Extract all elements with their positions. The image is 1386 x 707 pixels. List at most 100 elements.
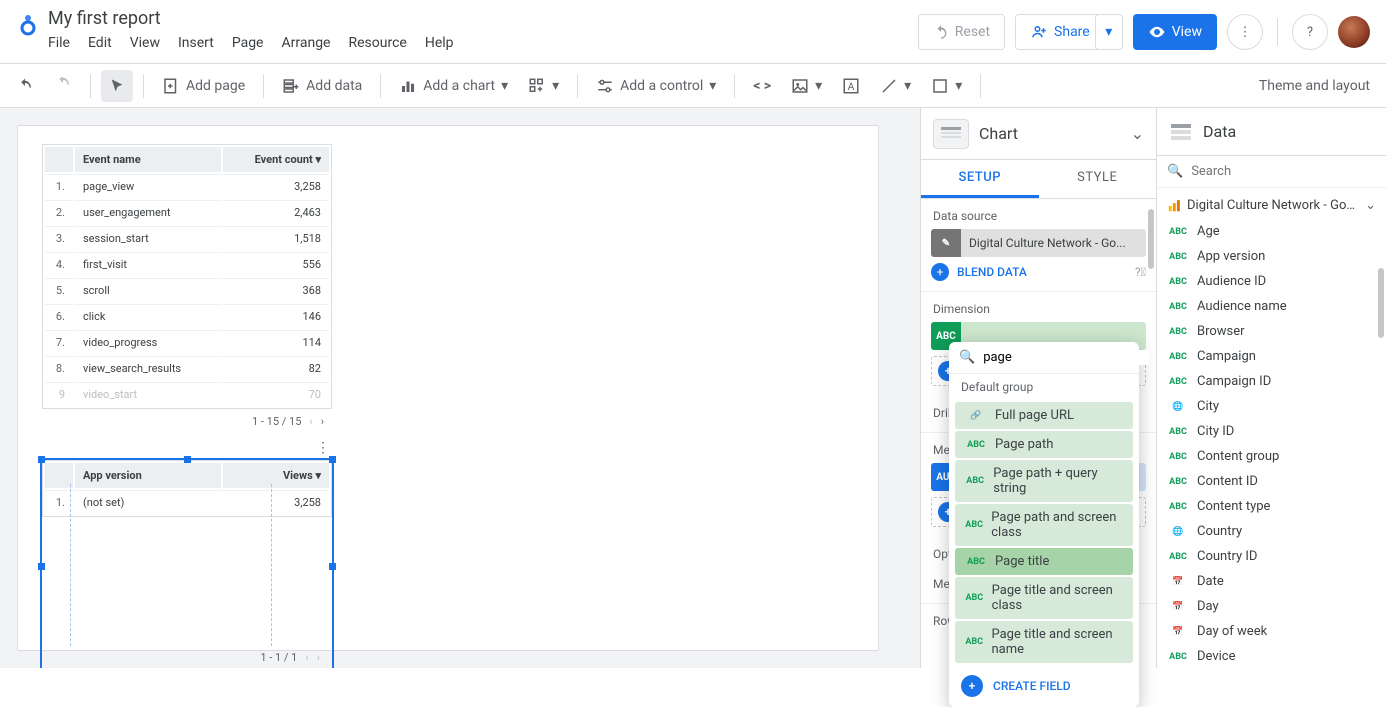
col-views: Views ▾ bbox=[223, 463, 329, 488]
field-option[interactable]: ABCPage title and screen class bbox=[955, 577, 1133, 619]
add-page-button[interactable]: Add page bbox=[154, 70, 253, 102]
table-row[interactable]: 2.user_engagement2,463 bbox=[45, 200, 329, 224]
pager-next-icon[interactable]: › bbox=[317, 651, 320, 664]
app-header: My first report File Edit View Insert Pa… bbox=[0, 0, 1386, 64]
text-button[interactable]: A bbox=[834, 70, 868, 102]
datasource-header[interactable]: Digital Culture Network - Google A... ⌄ bbox=[1157, 188, 1386, 219]
table-row[interactable]: 1.page_view3,258 bbox=[45, 174, 329, 198]
blend-data-button[interactable]: + BLEND DATA ?⃝ bbox=[931, 263, 1146, 281]
field-item[interactable]: 📅Day bbox=[1157, 594, 1386, 619]
menu-view[interactable]: View bbox=[130, 35, 160, 51]
line-button[interactable]: ▾ bbox=[872, 70, 919, 102]
field-option[interactable]: ABCPage path and screen class bbox=[955, 504, 1133, 546]
table-row[interactable]: 6.click146 bbox=[45, 304, 329, 328]
field-item[interactable]: ABCCity ID bbox=[1157, 419, 1386, 444]
add-chart-button[interactable]: Add a chart ▾ bbox=[391, 70, 516, 102]
field-item[interactable]: ABCCountry ID bbox=[1157, 544, 1386, 569]
field-item[interactable]: ABCContent ID bbox=[1157, 469, 1386, 494]
menu-edit[interactable]: Edit bbox=[88, 35, 112, 51]
panel-scrollbar[interactable] bbox=[1148, 209, 1154, 269]
field-item[interactable]: ABCCampaign bbox=[1157, 344, 1386, 369]
help-icon: ? bbox=[1307, 25, 1313, 40]
field-item[interactable]: ABCAudience ID bbox=[1157, 269, 1386, 294]
shape-button[interactable]: ▾ bbox=[923, 70, 970, 102]
menu-help[interactable]: Help bbox=[425, 35, 454, 51]
field-item[interactable]: 📅Day of week bbox=[1157, 619, 1386, 644]
field-item[interactable]: 🌐City bbox=[1157, 394, 1386, 419]
view-button[interactable]: View bbox=[1133, 14, 1217, 50]
add-data-button[interactable]: Add data bbox=[274, 70, 370, 102]
share-dropdown-button[interactable]: ▾ bbox=[1095, 14, 1123, 50]
field-item[interactable]: ABCAudience name bbox=[1157, 294, 1386, 319]
user-avatar[interactable] bbox=[1338, 16, 1370, 48]
select-tool-button[interactable] bbox=[101, 70, 133, 102]
table-row[interactable]: 5.scroll368 bbox=[45, 278, 329, 302]
chevron-down-icon[interactable]: ⌄ bbox=[1131, 124, 1144, 143]
field-item[interactable]: ABCDevice bbox=[1157, 644, 1386, 668]
menu-insert[interactable]: Insert bbox=[178, 35, 214, 51]
abc-badge-icon: ABC bbox=[1167, 452, 1189, 462]
collapse-icon[interactable]: ⌄ bbox=[1365, 198, 1376, 213]
data-source-chip[interactable]: ✎ Digital Culture Network - Go... bbox=[931, 229, 1146, 257]
pager-prev-icon[interactable]: ‹ bbox=[305, 651, 308, 664]
field-item[interactable]: ABCBrowser bbox=[1157, 319, 1386, 344]
field-option[interactable]: 🔗Full page URL bbox=[955, 402, 1133, 429]
field-item[interactable]: 🌐Country bbox=[1157, 519, 1386, 544]
search-icon: 🔍 bbox=[1167, 164, 1183, 179]
table-row[interactable]: 9video_start70 bbox=[45, 382, 329, 406]
pager-next-icon[interactable]: › bbox=[321, 415, 324, 428]
menu-arrange[interactable]: Arrange bbox=[282, 35, 331, 51]
info-icon[interactable]: ?⃝ bbox=[1135, 265, 1146, 279]
slider-icon bbox=[596, 77, 614, 95]
image-button[interactable]: ▾ bbox=[783, 70, 830, 102]
field-item[interactable]: ABCApp version bbox=[1157, 244, 1386, 269]
menu-resource[interactable]: Resource bbox=[348, 35, 406, 51]
more-options-button[interactable]: ⋮ bbox=[1227, 14, 1263, 50]
tab-setup[interactable]: SETUP bbox=[921, 160, 1039, 198]
toolbar: Add page Add data Add a chart ▾ ▾ Add a … bbox=[0, 64, 1386, 108]
table-chart-type-icon[interactable] bbox=[933, 119, 969, 149]
pager-prev-icon[interactable]: ‹ bbox=[309, 415, 312, 428]
eye-icon bbox=[1148, 23, 1166, 41]
chart-more-icon[interactable]: ⋮ bbox=[316, 440, 330, 456]
tab-style[interactable]: STYLE bbox=[1039, 160, 1157, 198]
add-control-button[interactable]: Add a control ▾ bbox=[588, 70, 724, 102]
redo-button[interactable] bbox=[46, 70, 80, 102]
help-button[interactable]: ? bbox=[1292, 14, 1328, 50]
data-panel-title: Data bbox=[1203, 122, 1236, 141]
url-embed-button[interactable]: < > bbox=[745, 70, 779, 102]
field-item[interactable]: ABCCampaign ID bbox=[1157, 369, 1386, 394]
app-version-table-chart[interactable]: App version Views ▾ 1.(not set)3,258 1 -… bbox=[42, 460, 332, 668]
document-title[interactable]: My first report bbox=[48, 8, 454, 29]
undo-button[interactable] bbox=[8, 70, 42, 102]
field-search-input[interactable] bbox=[983, 350, 1149, 365]
data-scrollbar[interactable] bbox=[1378, 268, 1384, 338]
menu-file[interactable]: File bbox=[48, 35, 70, 51]
share-button[interactable]: Share bbox=[1015, 14, 1105, 50]
field-item[interactable]: ABCContent group bbox=[1157, 444, 1386, 469]
table2-pager: 1 - 1 / 1 ‹ › bbox=[252, 645, 328, 668]
table-row[interactable]: 4.first_visit556 bbox=[45, 252, 329, 276]
abc-badge-icon: ABC bbox=[965, 476, 985, 486]
data-search-input[interactable] bbox=[1191, 164, 1376, 179]
menu-page[interactable]: Page bbox=[232, 35, 264, 51]
create-field-button[interactable]: + CREATE FIELD bbox=[949, 665, 1139, 707]
table-row[interactable]: 3.session_start1,518 bbox=[45, 226, 329, 250]
table-row[interactable]: 1.(not set)3,258 bbox=[45, 490, 329, 514]
field-option[interactable]: ABCPage title and screen name bbox=[955, 621, 1133, 663]
theme-layout-button[interactable]: Theme and layout bbox=[1251, 70, 1378, 102]
reset-button[interactable]: Reset bbox=[918, 14, 1005, 50]
field-option[interactable]: ABCPage title bbox=[955, 548, 1133, 575]
field-option[interactable]: ABCPage path bbox=[955, 431, 1133, 458]
field-item[interactable]: ABCContent type bbox=[1157, 494, 1386, 519]
table-row[interactable]: 7.video_progress114 bbox=[45, 330, 329, 354]
field-item[interactable]: ABCAge bbox=[1157, 219, 1386, 244]
community-viz-button[interactable]: ▾ bbox=[520, 70, 567, 102]
event-table-chart[interactable]: Event name Event count ▾ 1.page_view3,25… bbox=[42, 144, 332, 434]
abc-badge-icon: ABC bbox=[1167, 227, 1189, 237]
report-canvas[interactable]: Event name Event count ▾ 1.page_view3,25… bbox=[18, 126, 878, 650]
field-option[interactable]: ABCPage path + query string bbox=[955, 460, 1133, 502]
table-row[interactable]: 8.view_search_results82 bbox=[45, 356, 329, 380]
canvas-area[interactable]: Event name Event count ▾ 1.page_view3,25… bbox=[0, 108, 920, 668]
field-item[interactable]: 📅Date bbox=[1157, 569, 1386, 594]
